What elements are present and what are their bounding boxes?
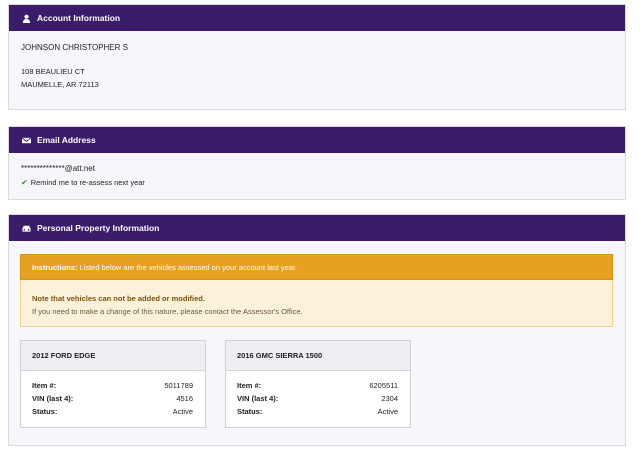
item-label: Item #: (237, 381, 262, 390)
address-line-2: MAUMELLE, AR 72113 (21, 80, 99, 89)
vin-value: 2304 (381, 394, 398, 403)
instructions-text: Listed below are the vehicles assessed o… (79, 262, 298, 272)
instructions-alert: Instructions: Listed below are the vehic… (20, 254, 613, 280)
vehicle-title: 2016 GMC SIERRA 1500 (226, 341, 410, 371)
email-address-header: Email Address (9, 127, 625, 153)
address-line-1: 108 BEAULIEU CT (21, 67, 85, 76)
personal-property-panel: Personal Property Information Instructio… (8, 214, 626, 446)
vehicle-title: 2012 FORD EDGE (21, 341, 205, 371)
vehicle-card: 2016 GMC SIERRA 1500 Item #: 6205511 VIN … (225, 340, 411, 428)
account-information-title: Account Information (37, 13, 121, 23)
status-value: Active (172, 407, 193, 416)
vehicles-note: Note that vehicles can not be added or m… (20, 280, 613, 327)
note-title: Note that vehicles can not be added or m… (32, 294, 205, 303)
user-icon (22, 14, 31, 23)
instructions-label: Instructions: (32, 262, 78, 272)
note-body: If you need to make a change of this nat… (32, 307, 303, 316)
item-number: 6205511 (369, 381, 398, 390)
reassess-reminder: ✔ Remind me to re-assess next year (21, 178, 145, 187)
personal-property-title: Personal Property Information (37, 223, 160, 233)
envelope-icon (22, 136, 31, 145)
status-label: Status: (237, 407, 263, 416)
vin-label: VIN (last 4): (237, 394, 279, 403)
item-label: Item #: (32, 381, 57, 390)
account-information-header: Account Information (9, 5, 625, 31)
email-value: **************@att.net (21, 164, 95, 173)
car-icon (22, 224, 31, 233)
email-address-title: Email Address (37, 135, 96, 145)
item-number: 5011789 (164, 381, 193, 390)
checkmark-icon: ✔ (21, 178, 28, 187)
status-label: Status: (32, 407, 58, 416)
vin-label: VIN (last 4): (32, 394, 74, 403)
account-name: JOHNSON CHRISTOPHER S (21, 43, 128, 52)
reassess-reminder-label: Remind me to re-assess next year (30, 178, 145, 187)
email-address-panel: Email Address **************@att.net ✔ Re… (8, 126, 626, 200)
status-value: Active (377, 407, 398, 416)
account-information-panel: Account Information JOHNSON CHRISTOPHER … (8, 4, 626, 110)
vehicle-card: 2012 FORD EDGE Item #: 5011789 VIN (last … (20, 340, 206, 428)
personal-property-header: Personal Property Information (9, 215, 625, 241)
vin-value: 4516 (176, 394, 193, 403)
